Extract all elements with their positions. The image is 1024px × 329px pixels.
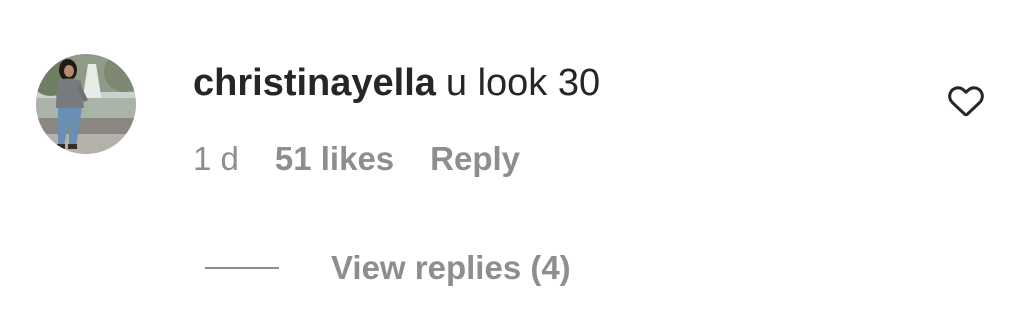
username-link[interactable]: christinayella — [193, 62, 436, 104]
comment-text: u look 30 — [445, 62, 601, 104]
avatar[interactable] — [36, 54, 136, 154]
avatar-photo — [36, 54, 136, 154]
view-replies-button[interactable]: View replies (4) — [205, 247, 571, 289]
replies-divider-line — [205, 267, 279, 269]
heart-outline-icon[interactable] — [947, 82, 985, 118]
reply-button[interactable]: Reply — [430, 140, 520, 177]
comment-item: christinayella u look 30 1 d 51 likes Reply… — [0, 0, 1024, 329]
likes-count-link[interactable]: 51 likes — [275, 140, 394, 177]
comment-meta: 1 d 51 likes Reply — [193, 138, 520, 180]
comment-body: christinayella u look 30 — [193, 60, 600, 106]
comment-timestamp: 1 d — [193, 140, 239, 177]
view-replies-label: View replies (4) — [331, 249, 571, 286]
